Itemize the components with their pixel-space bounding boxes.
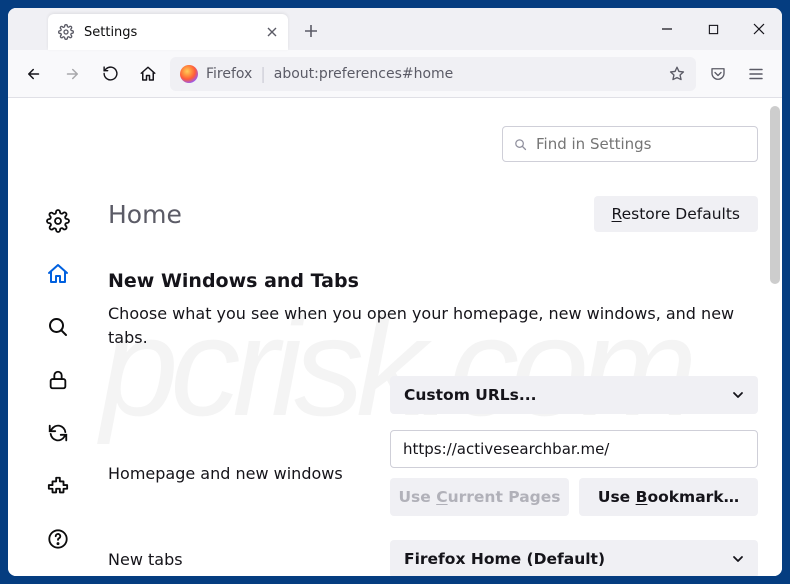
close-window-button[interactable] bbox=[736, 8, 782, 50]
window-controls bbox=[644, 8, 782, 50]
homepage-mode-select[interactable]: Custom URLs... bbox=[390, 376, 758, 414]
newtabs-value: Firefox Home (Default) bbox=[404, 550, 605, 568]
homepage-url-input[interactable] bbox=[390, 430, 758, 468]
category-search[interactable] bbox=[40, 314, 76, 341]
settings-panel: Home Restore Defaults New Windows and Ta… bbox=[108, 98, 782, 576]
navigation-toolbar: Firefox | about:preferences#home bbox=[8, 50, 782, 98]
tab-settings[interactable]: Settings bbox=[48, 14, 288, 50]
forward-button[interactable] bbox=[56, 58, 88, 90]
tab-title: Settings bbox=[84, 25, 256, 40]
category-sidebar bbox=[8, 98, 108, 576]
close-icon[interactable] bbox=[266, 26, 278, 38]
chevron-down-icon bbox=[732, 553, 744, 565]
homepage-mode-value: Custom URLs... bbox=[404, 386, 537, 404]
gear-icon bbox=[58, 24, 74, 40]
section-heading: New Windows and Tabs bbox=[108, 270, 758, 292]
category-home[interactable] bbox=[40, 261, 76, 288]
addons-button[interactable] bbox=[40, 472, 76, 499]
app-menu-button[interactable] bbox=[740, 58, 772, 90]
bookmark-star-icon[interactable] bbox=[668, 65, 686, 83]
identity-box[interactable]: Firefox bbox=[180, 65, 252, 83]
reload-button[interactable] bbox=[94, 58, 126, 90]
use-current-pages-button[interactable]: Use Current Pages bbox=[390, 478, 569, 516]
newtabs-select[interactable]: Firefox Home (Default) bbox=[390, 540, 758, 576]
back-button[interactable] bbox=[18, 58, 50, 90]
chevron-down-icon bbox=[732, 389, 744, 401]
url-text: about:preferences#home bbox=[274, 66, 454, 82]
category-general[interactable] bbox=[40, 208, 76, 235]
homepage-label: Homepage and new windows bbox=[108, 464, 368, 483]
use-bookmark-button[interactable]: Use Bookmark… bbox=[579, 478, 758, 516]
identity-label: Firefox bbox=[206, 66, 252, 82]
new-tab-button[interactable] bbox=[296, 16, 326, 46]
pocket-button[interactable] bbox=[702, 58, 734, 90]
url-bar[interactable]: Firefox | about:preferences#home bbox=[170, 57, 696, 91]
category-privacy[interactable] bbox=[40, 367, 76, 394]
help-button[interactable] bbox=[40, 525, 76, 552]
category-sync[interactable] bbox=[40, 419, 76, 446]
home-button[interactable] bbox=[132, 58, 164, 90]
firefox-icon bbox=[180, 65, 198, 83]
search-settings-input[interactable] bbox=[502, 126, 758, 162]
url-separator: | bbox=[260, 64, 265, 83]
section-description: Choose what you see when you open your h… bbox=[108, 302, 758, 350]
restore-defaults-button[interactable]: Restore Defaults bbox=[594, 196, 758, 232]
tab-strip: Settings bbox=[8, 8, 782, 50]
minimize-button[interactable] bbox=[644, 8, 690, 50]
search-settings-field[interactable] bbox=[536, 135, 747, 153]
browser-window: Settings Firefox | about:preferences#hom… bbox=[8, 8, 782, 576]
maximize-button[interactable] bbox=[690, 8, 736, 50]
content-area: pcrisk.com Home Restore Defaults New Win… bbox=[8, 98, 782, 576]
page-title: Home bbox=[108, 200, 182, 229]
newtabs-label: New tabs bbox=[108, 550, 368, 569]
